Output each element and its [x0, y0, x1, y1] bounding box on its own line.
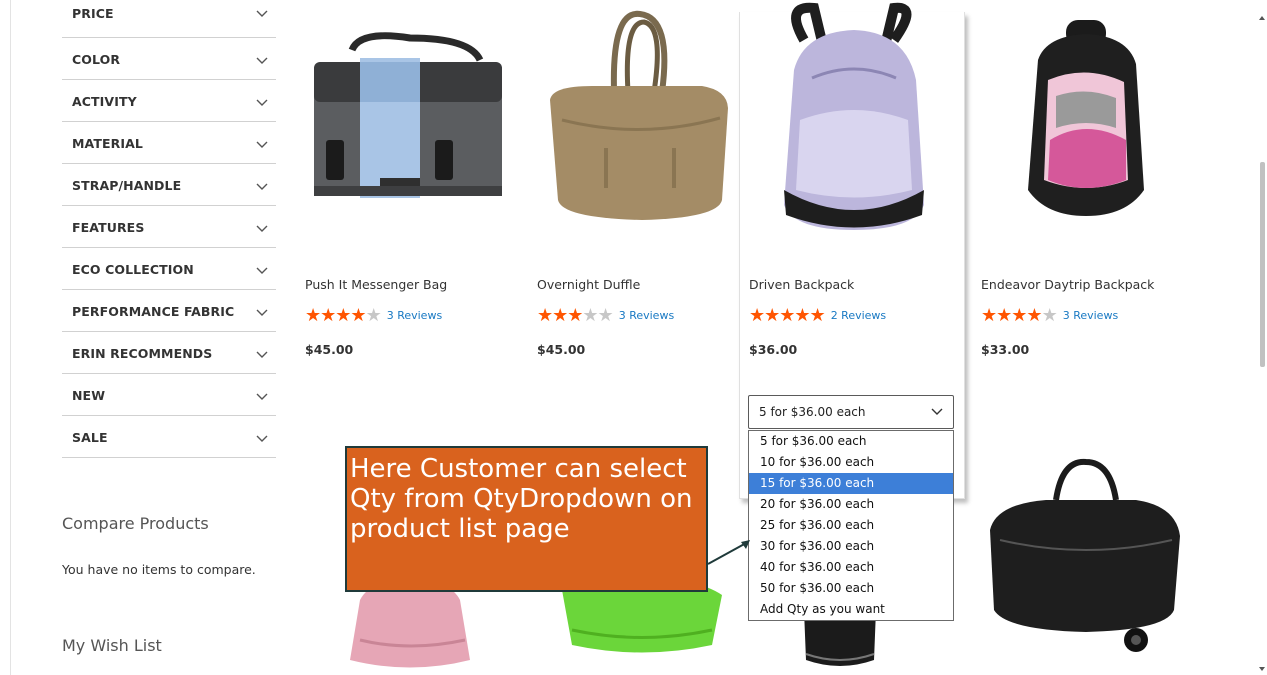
wishlist-title: My Wish List	[62, 636, 162, 655]
qty-option[interactable]: 30 for $36.00 each	[749, 536, 953, 557]
filter-label: FEATURES	[72, 220, 145, 235]
rating-stars: ★★★★★	[749, 305, 826, 326]
filter-label: PERFORMANCE FABRIC	[72, 304, 235, 319]
product-rating: ★★★★★ 3 Reviews	[981, 305, 1118, 326]
reviews-link[interactable]: 3 Reviews	[1063, 309, 1118, 322]
compare-empty-message: You have no items to compare.	[62, 562, 256, 577]
filter-strap-handle[interactable]: STRAP/HANDLE	[62, 164, 276, 206]
filter-label: NEW	[72, 388, 106, 403]
layered-navigation-filters: PRICE COLOR ACTIVITY MATERIAL STRAP/HAND…	[62, 0, 276, 458]
filter-erin-recommends[interactable]: ERIN RECOMMENDS	[62, 332, 276, 374]
rating-stars: ★★★★★	[537, 305, 614, 326]
annotation-text: Here Customer can select Qty from QtyDro…	[350, 454, 693, 544]
filter-color[interactable]: COLOR	[62, 38, 276, 80]
chevron-down-icon	[931, 408, 943, 415]
qty-option[interactable]: 5 for $36.00 each	[749, 431, 953, 452]
filter-label: ERIN RECOMMENDS	[72, 346, 213, 361]
filter-performance-fabric[interactable]: PERFORMANCE FABRIC	[62, 290, 276, 332]
filter-material[interactable]: MATERIAL	[62, 122, 276, 164]
chevron-down-icon	[256, 267, 268, 274]
filter-label: SALE	[72, 430, 108, 445]
qty-selected-value: 5 for $36.00 each	[759, 405, 866, 419]
product-name-link[interactable]: Overnight Duffle	[537, 277, 640, 292]
chevron-down-icon	[256, 57, 268, 64]
chevron-down-icon	[256, 393, 268, 400]
backpack-image[interactable]	[744, 0, 964, 250]
product-rating: ★★★★★ 3 Reviews	[537, 305, 674, 326]
scrollbar-thumb[interactable]	[1260, 162, 1265, 367]
daytrip-backpack-image[interactable]	[976, 0, 1196, 250]
filter-eco-collection[interactable]: ECO COLLECTION	[62, 248, 276, 290]
filter-label: STRAP/HANDLE	[72, 178, 182, 193]
page-left-border	[10, 0, 11, 675]
filter-activity[interactable]: ACTIVITY	[62, 80, 276, 122]
rating-stars: ★★★★★	[305, 305, 382, 326]
filter-features[interactable]: FEATURES	[62, 206, 276, 248]
chevron-down-icon	[256, 99, 268, 106]
chevron-down-icon	[256, 141, 268, 148]
filter-label: PRICE	[72, 6, 114, 21]
filter-label: MATERIAL	[72, 136, 143, 151]
product-price: $45.00	[537, 342, 586, 357]
product-rating: ★★★★★ 2 Reviews	[749, 305, 886, 326]
annotation-callout: Here Customer can select Qty from QtyDro…	[345, 446, 708, 592]
chevron-down-icon	[256, 351, 268, 358]
annotation-arrow-icon	[707, 540, 750, 565]
qty-dropdown-options: 5 for $36.00 each 10 for $36.00 each 15 …	[748, 430, 954, 621]
scroll-up-icon[interactable]	[1259, 16, 1265, 20]
chevron-down-icon	[256, 309, 268, 316]
product-name-link[interactable]: Driven Backpack	[749, 277, 854, 292]
filter-sale[interactable]: SALE	[62, 416, 276, 458]
qty-option[interactable]: 40 for $36.00 each	[749, 557, 953, 578]
filter-label: ACTIVITY	[72, 94, 137, 109]
filter-new[interactable]: NEW	[62, 374, 276, 416]
reviews-link[interactable]: 3 Reviews	[619, 309, 674, 322]
rolling-duffle-image[interactable]	[976, 440, 1196, 675]
reviews-link[interactable]: 2 Reviews	[831, 309, 886, 322]
product-price: $36.00	[749, 342, 798, 357]
scroll-down-icon[interactable]	[1259, 667, 1265, 671]
chevron-down-icon	[256, 10, 268, 17]
page-scrollbar[interactable]	[1257, 0, 1267, 675]
messenger-bag-image[interactable]	[300, 0, 520, 250]
qty-option[interactable]: 50 for $36.00 each	[749, 578, 953, 599]
qty-option-custom[interactable]: Add Qty as you want	[749, 599, 953, 620]
product-name-link[interactable]: Push It Messenger Bag	[305, 277, 447, 292]
rating-stars: ★★★★★	[981, 305, 1058, 326]
duffle-bag-image[interactable]	[532, 0, 752, 250]
qty-option-highlighted[interactable]: 15 for $36.00 each	[749, 473, 953, 494]
qty-dropdown-select[interactable]: 5 for $36.00 each	[748, 395, 954, 429]
chevron-down-icon	[256, 435, 268, 442]
chevron-down-icon	[256, 183, 268, 190]
qty-option[interactable]: 25 for $36.00 each	[749, 515, 953, 536]
compare-products-title: Compare Products	[62, 514, 209, 533]
filter-label: COLOR	[72, 52, 121, 67]
reviews-link[interactable]: 3 Reviews	[387, 309, 442, 322]
product-name-link[interactable]: Endeavor Daytrip Backpack	[981, 277, 1154, 292]
filter-price[interactable]: PRICE	[62, 0, 276, 38]
product-price: $45.00	[305, 342, 354, 357]
chevron-down-icon	[256, 225, 268, 232]
qty-option[interactable]: 20 for $36.00 each	[749, 494, 953, 515]
product-rating: ★★★★★ 3 Reviews	[305, 305, 442, 326]
qty-option[interactable]: 10 for $36.00 each	[749, 452, 953, 473]
filter-label: ECO COLLECTION	[72, 262, 194, 277]
product-price: $33.00	[981, 342, 1030, 357]
